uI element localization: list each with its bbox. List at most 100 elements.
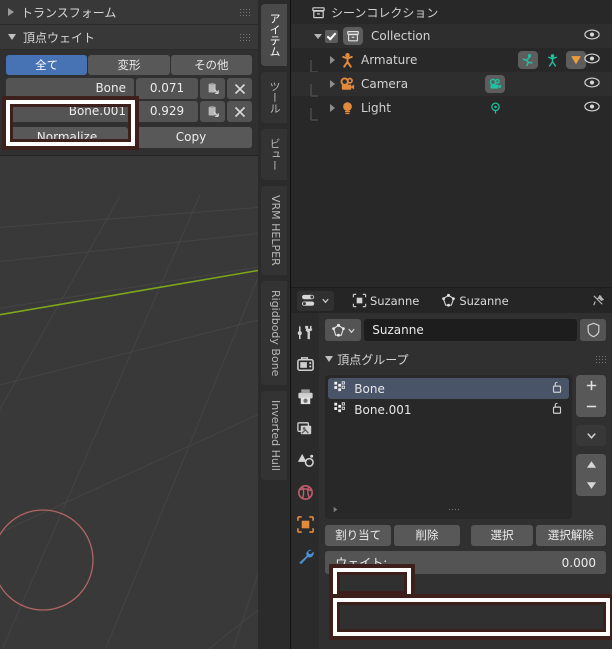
- drag-grip-icon: [239, 32, 250, 42]
- copy-button[interactable]: Copy: [130, 127, 252, 148]
- tree-line: [310, 108, 318, 121]
- breadcrumb-object[interactable]: Suzanne: [348, 291, 423, 311]
- tab-modifier-wrench[interactable]: [293, 545, 317, 567]
- list-item[interactable]: Bone.001: [328, 399, 569, 420]
- drag-grip-icon: [239, 7, 250, 17]
- chevron-right-icon[interactable]: [325, 72, 339, 96]
- camera-object-icon: [339, 76, 356, 93]
- tab-view[interactable]: ビュー: [261, 129, 287, 180]
- weight-value[interactable]: 0.071: [136, 78, 198, 99]
- breadcrumb-object-name: Suzanne: [370, 293, 420, 308]
- tab-rigidbody-bone[interactable]: Rigidbody Bone: [261, 280, 287, 386]
- properties-content: Suzanne 頂点グループ Bone Bone.001 割り当て 削除 選択 …: [319, 313, 612, 649]
- light-data-icon[interactable]: [485, 99, 505, 117]
- outliner-row-collection[interactable]: Collection: [291, 24, 612, 48]
- filter-tab-deform[interactable]: 変形: [88, 55, 170, 75]
- visibility-eye-icon[interactable]: [584, 28, 600, 44]
- armature-object-icon: [339, 52, 356, 69]
- tab-object[interactable]: [293, 513, 317, 535]
- editor-type-icon[interactable]: [297, 290, 334, 311]
- armature-modifier-icon[interactable]: [566, 51, 586, 69]
- add-vertex-group-button[interactable]: [576, 375, 606, 396]
- weight-value[interactable]: 0.929: [136, 101, 198, 122]
- mesh-name-field[interactable]: Suzanne: [364, 319, 577, 341]
- outliner-label: Collection: [371, 29, 431, 43]
- vertex-groups-title: 頂点グループ: [337, 352, 409, 367]
- collection-icon: [311, 5, 326, 20]
- chevron-down-icon[interactable]: [311, 24, 325, 48]
- delete-weight-x-icon[interactable]: [227, 78, 252, 99]
- chevron-down-icon: [325, 356, 334, 362]
- weight-group-name[interactable]: Bone.001: [6, 101, 134, 122]
- camera-data-icon[interactable]: [485, 75, 505, 93]
- normalize-button[interactable]: Normalize: [6, 127, 128, 148]
- vertex-group-side-buttons: [576, 375, 606, 519]
- blender-window: トランスフォーム 頂点ウェイト 全て 変形 その他 Bone 0.071 Bon…: [0, 0, 612, 649]
- panel-transform-header[interactable]: トランスフォーム: [0, 0, 258, 25]
- visibility-eye-icon[interactable]: [584, 100, 600, 116]
- minus-icon: [586, 405, 596, 408]
- chevron-right-icon[interactable]: [325, 96, 339, 120]
- vertex-group-specials-button[interactable]: [576, 425, 606, 446]
- panel-vertex-weights-header[interactable]: 頂点ウェイト: [0, 25, 258, 50]
- chevron-right-icon[interactable]: [325, 48, 339, 72]
- weight-row: Bone 0.071: [6, 78, 252, 99]
- armature-data-icon[interactable]: [542, 51, 562, 69]
- tab-tool[interactable]: ツール: [261, 72, 287, 123]
- collection-checkbox[interactable]: [325, 29, 338, 43]
- expand-filter-icon[interactable]: [331, 504, 340, 517]
- list-item[interactable]: Bone: [328, 378, 569, 399]
- delete-weight-x-icon[interactable]: [227, 101, 252, 122]
- fake-user-shield-icon[interactable]: [580, 319, 606, 341]
- weight-slider[interactable]: ウェイト: 0.000: [325, 551, 606, 574]
- vertex-group-icon: [333, 401, 347, 418]
- unlocked-icon[interactable]: [550, 401, 564, 418]
- vertex-groups-panel-header[interactable]: 頂点グループ: [325, 348, 606, 370]
- properties-main: Suzanne 頂点グループ Bone Bone.001 割り当て 削除 選択 …: [291, 313, 612, 649]
- tab-view-layer[interactable]: [293, 417, 317, 439]
- move-group-down-button[interactable]: [576, 475, 606, 496]
- unlocked-icon[interactable]: [550, 380, 564, 397]
- copy-to-selected-icon[interactable]: [200, 78, 225, 99]
- n-panel-tabs: アイテム ツール ビュー VRM HELPER Rigidbody Bone I…: [258, 0, 290, 649]
- resize-grip-icon[interactable]: [447, 508, 459, 512]
- tab-world[interactable]: [293, 481, 317, 503]
- copy-to-selected-icon[interactable]: [200, 101, 225, 122]
- viewport-area: トランスフォーム 頂点ウェイト 全て 変形 その他 Bone 0.071 Bon…: [0, 0, 290, 649]
- outliner-row-scene-collection[interactable]: シーンコレクション: [291, 0, 612, 24]
- tab-vrm-helper[interactable]: VRM HELPER: [261, 186, 287, 275]
- filter-tab-other[interactable]: その他: [170, 55, 252, 75]
- assign-button[interactable]: 割り当て: [325, 525, 392, 546]
- weight-row: Bone.001 0.929: [6, 101, 252, 122]
- remove-button[interactable]: 削除: [394, 525, 460, 546]
- visibility-eye-icon[interactable]: [584, 52, 600, 68]
- pose-action-icon[interactable]: [518, 51, 538, 69]
- object-icon: [352, 293, 367, 308]
- outliner-row-light[interactable]: Light: [291, 96, 612, 121]
- remove-vertex-group-button[interactable]: [576, 396, 606, 417]
- filter-tab-all[interactable]: 全て: [6, 55, 88, 75]
- tab-inverted-hull[interactable]: Inverted Hull: [261, 391, 287, 481]
- pin-icon[interactable]: [587, 291, 610, 311]
- vertex-group-list[interactable]: Bone Bone.001: [325, 375, 572, 519]
- tab-output[interactable]: [293, 385, 317, 407]
- tab-render[interactable]: [293, 353, 317, 375]
- outliner[interactable]: シーンコレクション Collection Armature Camera Lig…: [291, 0, 612, 287]
- visibility-eye-icon[interactable]: [584, 76, 600, 92]
- move-group-up-button[interactable]: [576, 454, 606, 475]
- light-object-icon: [339, 100, 356, 117]
- outliner-row-camera[interactable]: Camera: [291, 72, 612, 97]
- breadcrumb-data[interactable]: Suzanne: [437, 291, 512, 311]
- deselect-button[interactable]: 選択解除: [535, 525, 606, 546]
- tab-tool[interactable]: [293, 321, 317, 343]
- tab-item[interactable]: アイテム: [261, 4, 287, 66]
- browse-mesh-data-button[interactable]: [325, 319, 362, 341]
- outliner-row-armature[interactable]: Armature: [291, 48, 612, 73]
- vertex-group-icon: [333, 380, 347, 397]
- tab-scene[interactable]: [293, 449, 317, 471]
- outliner-label: Camera: [361, 77, 409, 91]
- select-button[interactable]: 選択: [471, 525, 533, 546]
- weight-group-name[interactable]: Bone: [6, 78, 134, 99]
- n-panel: トランスフォーム 頂点ウェイト 全て 変形 その他 Bone 0.071 Bon…: [0, 0, 258, 156]
